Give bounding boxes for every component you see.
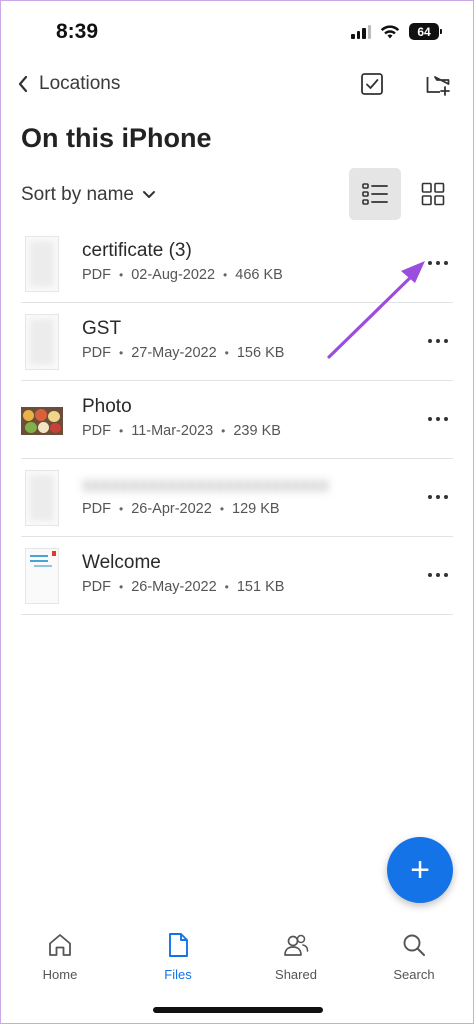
wifi-icon	[380, 24, 400, 38]
nav-actions	[359, 71, 451, 97]
file-date: 02-Aug-2022	[131, 267, 216, 283]
file-size: 156 KB	[236, 345, 285, 361]
list-view-button[interactable]	[349, 168, 401, 220]
file-thumbnail	[25, 314, 59, 370]
tab-search[interactable]: Search	[355, 921, 473, 991]
chevron-down-icon	[143, 191, 155, 198]
file-name: certificate (3)	[82, 240, 192, 261]
tab-label: Shared	[275, 967, 317, 982]
file-thumbnail	[25, 548, 59, 604]
file-meta: PDF • 27-May-2022 • 156 KB	[82, 345, 285, 361]
page-title: On this iPhone	[21, 123, 212, 153]
file-meta: PDF • 11-Mar-2023 • 239 KB	[82, 423, 281, 439]
more-options-button[interactable]	[423, 407, 453, 431]
home-indicator	[153, 1007, 323, 1013]
file-size: 239 KB	[233, 423, 281, 439]
file-date: 26-Apr-2022	[131, 501, 212, 517]
file-type: PDF	[82, 579, 111, 595]
back-button[interactable]: Locations	[17, 73, 120, 95]
home-icon	[49, 934, 71, 956]
battery-icon: 64	[409, 23, 442, 40]
sort-label: Sort by name	[21, 184, 134, 205]
annotation-arrow-icon	[327, 261, 425, 359]
people-icon	[284, 934, 309, 956]
status-bar: 8:39 64	[1, 1, 473, 63]
file-row[interactable]: Photo PDF • 11-Mar-2023 • 239 KB	[21, 381, 453, 459]
tab-label: Home	[42, 967, 78, 982]
grid-view-button[interactable]	[407, 168, 459, 220]
status-time: 8:39	[56, 20, 99, 43]
file-meta: PDF • 26-May-2022 • 151 KB	[82, 579, 285, 595]
new-folder-icon[interactable]	[425, 71, 451, 97]
file-date: 11-Mar-2023	[131, 423, 214, 439]
search-icon	[403, 934, 425, 956]
tab-home[interactable]: Home	[1, 921, 119, 991]
sort-row: Sort by name	[1, 167, 473, 221]
tab-label: Files	[164, 967, 192, 982]
file-name: GST	[82, 318, 122, 339]
add-button[interactable]: +	[387, 837, 453, 903]
file-name: Photo	[82, 396, 132, 417]
file-row[interactable]: Welcome PDF • 26-May-2022 • 151 KB	[21, 537, 453, 615]
file-meta: PDF • 02-Aug-2022 • 466 KB	[82, 267, 283, 283]
file-thumbnail	[25, 470, 59, 526]
file-type: PDF	[82, 267, 111, 283]
grid-view-icon	[421, 182, 445, 206]
file-name: Welcome	[82, 552, 161, 573]
status-icons: 64	[351, 23, 442, 40]
file-date: 26-May-2022	[131, 579, 217, 595]
file-type: PDF	[82, 501, 111, 517]
tab-label: Search	[393, 967, 435, 982]
more-options-button[interactable]	[423, 563, 453, 587]
file-thumbnail	[21, 407, 63, 435]
select-checkbox-icon[interactable]	[359, 71, 385, 97]
file-size: 129 KB	[232, 501, 280, 517]
nav-bar: Locations	[1, 63, 473, 109]
file-size: 466 KB	[235, 267, 283, 283]
file-size: 151 KB	[236, 579, 285, 595]
file-icon	[169, 933, 188, 957]
tab-files[interactable]: Files	[119, 921, 237, 991]
file-type: PDF	[82, 345, 111, 361]
back-label: Locations	[39, 73, 121, 94]
file-meta: PDF • 26-Apr-2022 • 129 KB	[82, 501, 280, 517]
tab-shared[interactable]: Shared	[237, 921, 355, 991]
file-type: PDF	[82, 423, 111, 439]
file-date: 27-May-2022	[131, 345, 217, 361]
file-row[interactable]: xxxxxxxxxxxxxxxxxxxxxxxxxx PDF • 26-Apr-2…	[21, 459, 453, 537]
chevron-left-icon	[18, 75, 28, 93]
sort-button[interactable]: Sort by name	[21, 184, 156, 206]
more-options-button[interactable]	[423, 485, 453, 509]
file-name-redacted: xxxxxxxxxxxxxxxxxxxxxxxxxx	[82, 475, 329, 496]
tab-bar: Home Files Shared Search	[1, 921, 473, 991]
list-view-icon	[362, 183, 388, 205]
file-thumbnail	[25, 236, 59, 292]
signal-icon	[351, 24, 371, 39]
